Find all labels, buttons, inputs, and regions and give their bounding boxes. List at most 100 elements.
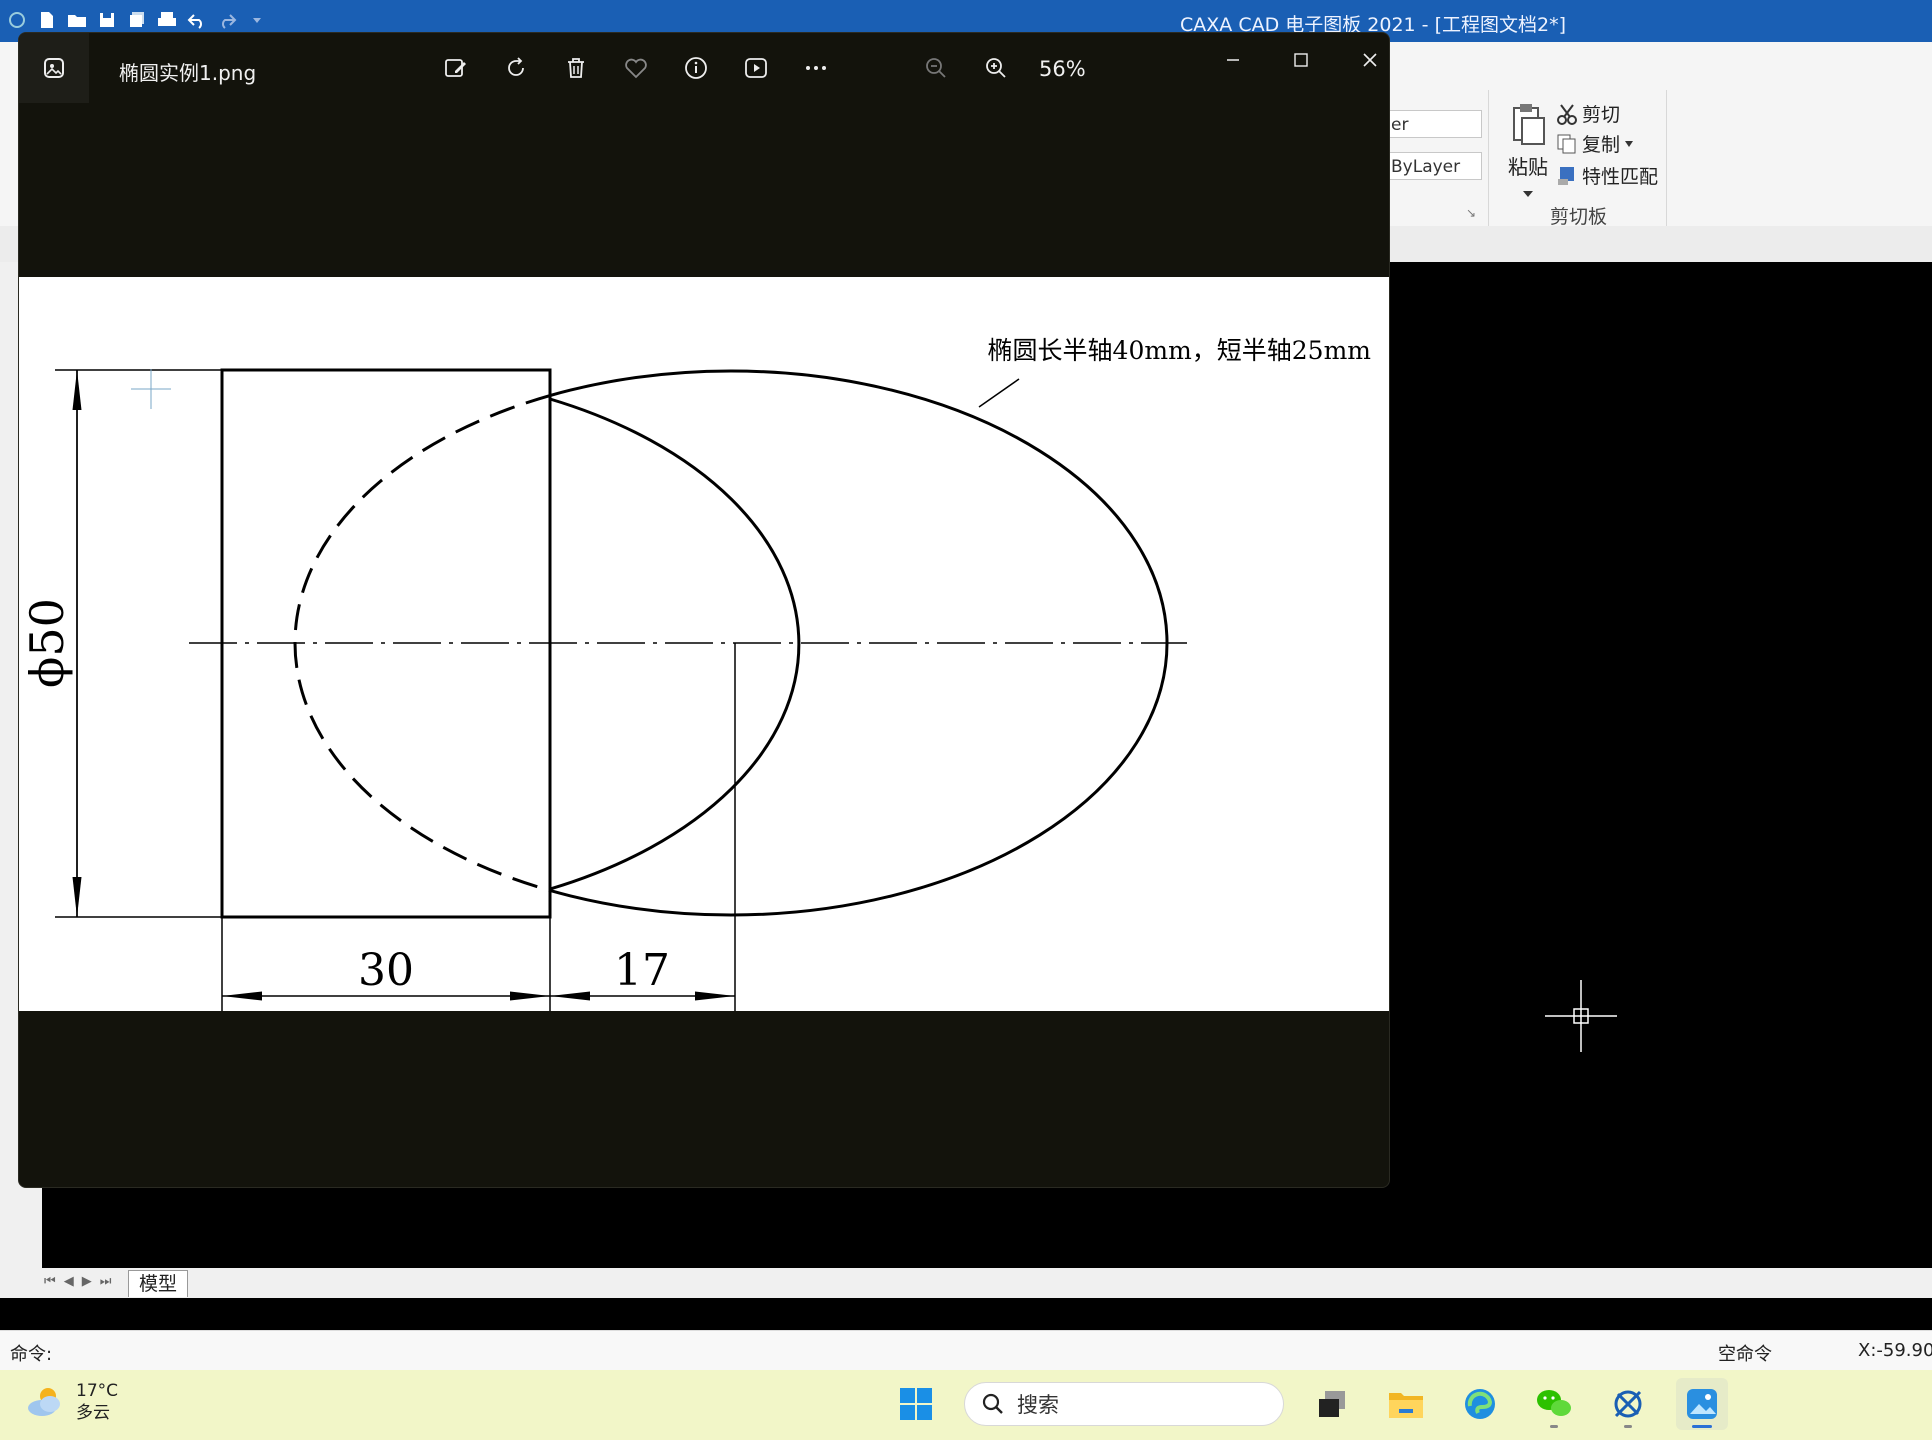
linetype-combo-value: ByLayer [1391,157,1461,177]
dim-offset-label: 17 [614,945,670,996]
search-icon [982,1393,1003,1414]
active-indicator [1692,1425,1712,1428]
rotate-button[interactable] [499,51,533,85]
redo-icon[interactable] [216,9,238,31]
more-options-button[interactable] [799,51,833,85]
edge-browser-button[interactable] [1454,1378,1506,1430]
zoom-level[interactable]: 56% [1039,57,1086,81]
task-view-icon [1319,1391,1345,1417]
cursor-cross-icon [131,369,171,409]
rotate-icon [508,57,524,76]
edit-image-button[interactable] [439,51,473,85]
photo-viewer-window: 椭圆实例1.png 56% ϕ50 30 17 椭圆长半轴40mm，短半轴25m… [18,32,1390,1188]
ellipse-visible-arc [549,397,801,891]
weather-temperature: 17°C [76,1381,119,1401]
running-indicator [1624,1425,1632,1428]
start-button[interactable] [890,1378,942,1430]
caxa-app-icon [1614,1390,1642,1418]
weather-condition: 多云 [76,1403,110,1423]
slideshow-button[interactable] [739,51,773,85]
wechat-icon [1537,1390,1571,1416]
cut-button[interactable]: 剪切 [1556,100,1620,127]
save-all-icon[interactable] [126,9,148,31]
cloudy-weather-icon [28,1388,60,1416]
zoom-in-icon [986,58,1006,78]
trash-icon [568,58,584,78]
caxa-app-button[interactable] [1602,1378,1654,1430]
annotation-leader [978,378,1020,408]
match-properties-icon [1558,166,1574,185]
tab-navigation-arrows[interactable]: ⏮◀▶⏭ [44,1274,119,1289]
print-icon[interactable] [156,9,178,31]
zoom-out-icon [926,58,946,78]
close-icon [1363,53,1377,67]
status-coordinates: X:-59.902 [1858,1340,1932,1361]
scissors-icon [1557,103,1577,125]
undo-icon[interactable] [186,9,208,31]
paste-button[interactable]: 粘贴 [1500,100,1556,200]
tab-model[interactable]: 模型 [128,1270,189,1297]
slideshow-icon [745,58,767,78]
photos-app-icon[interactable] [19,33,89,103]
zoom-out-button[interactable] [919,51,953,85]
layer-combo-value: er [1391,115,1409,135]
cad-crosshair-cursor [1545,980,1617,1052]
edge-icon [1465,1389,1495,1419]
new-file-icon[interactable] [36,9,58,31]
info-icon [685,57,707,79]
minimize-button[interactable] [1213,43,1253,77]
paste-label: 粘贴 [1508,155,1548,179]
more-dots-icon [806,66,826,70]
heart-icon [625,58,647,79]
taskbar-apps: 搜索 [890,1378,1728,1430]
delete-button[interactable] [559,51,593,85]
maximize-button[interactable] [1281,43,1321,77]
folder-icon [1389,1393,1423,1418]
minimize-icon [1227,59,1239,61]
viewer-filename: 椭圆实例1.png [119,61,257,85]
layout-tab-bar: ⏮◀▶⏭ 模型 [0,1268,1932,1298]
status-command: 空命令 [1718,1344,1772,1365]
windows-logo-icon [900,1388,932,1420]
info-button[interactable] [679,51,713,85]
wechat-button[interactable] [1528,1378,1580,1430]
photos-app-button[interactable] [1676,1378,1728,1430]
taskbar-search-box[interactable]: 搜索 [964,1382,1284,1426]
match-properties-button[interactable]: 特性匹配 [1556,162,1658,189]
dim-vertical-label: ϕ50 [20,598,74,688]
command-status-bar: 命令: 空命令 X:-59.902 [0,1330,1932,1371]
task-view-button[interactable] [1306,1378,1358,1430]
viewer-image[interactable]: ϕ50 30 17 椭圆长半轴40mm，短半轴25mm [19,277,1389,1011]
weather-widget[interactable]: 17°C 多云 [24,1380,118,1424]
dialog-launcher-icon[interactable]: ↘ [1466,206,1476,220]
open-folder-icon[interactable] [66,9,88,31]
file-explorer-button[interactable] [1380,1378,1432,1430]
clipboard-group-label: 剪切板 [1550,206,1608,228]
running-indicator [1550,1425,1558,1428]
copy-button[interactable]: 复制 [1556,130,1634,157]
layer-combo[interactable]: er [1382,110,1482,138]
edit-image-icon [445,59,466,77]
taskbar: 17°C 多云 搜索 [0,1370,1932,1440]
maximize-icon [1294,53,1308,67]
zoom-in-button[interactable] [979,51,1013,85]
clipboard-group: 粘贴 剪切 复制 特性匹配 剪切板 [1490,52,1670,228]
copy-label: 复制 [1582,134,1621,156]
match-properties-label: 特性匹配 [1582,166,1659,188]
viewer-toolbar: 椭圆实例1.png 56% [19,33,1389,103]
search-placeholder: 搜索 [1017,1393,1059,1417]
save-icon[interactable] [96,9,118,31]
paste-icon [1513,104,1545,145]
photos-app-taskbar-icon [1687,1389,1717,1419]
engineering-drawing: ϕ50 30 17 椭圆长半轴40mm，短半轴25mm [20,336,1372,1011]
customize-toolbar-icon[interactable] [246,9,268,31]
linetype-combo[interactable]: ByLayer [1382,152,1482,180]
app-logo-icon[interactable] [6,9,28,31]
dim-width-label: 30 [358,945,414,996]
favorite-button[interactable] [619,51,653,85]
annotation-text: 椭圆长半轴40mm，短半轴25mm [988,336,1372,365]
close-button[interactable] [1350,43,1389,77]
command-prompt-label: 命令: [10,1344,53,1365]
cut-label: 剪切 [1582,104,1621,126]
copy-icon [1557,134,1576,153]
